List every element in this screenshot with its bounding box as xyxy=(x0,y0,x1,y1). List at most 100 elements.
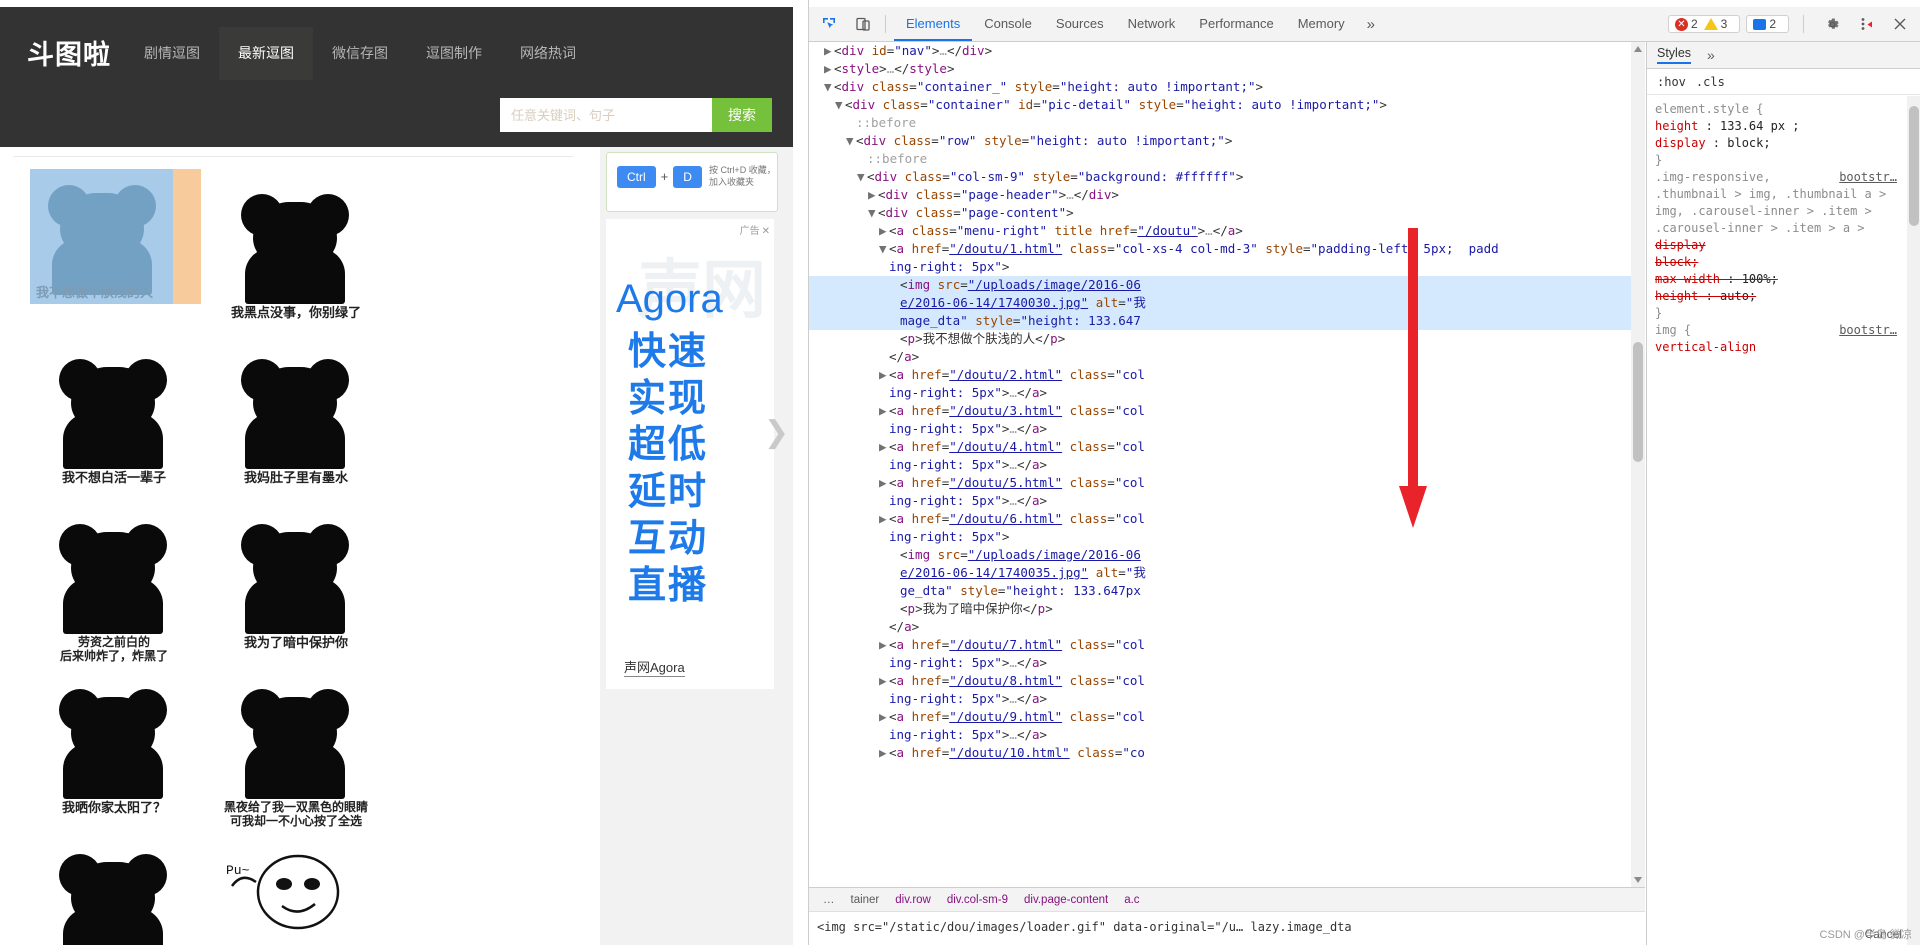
tab-performance[interactable]: Performance xyxy=(1187,7,1285,41)
expand-arrow-icon[interactable]: ▼ xyxy=(846,132,856,150)
styles-rules[interactable]: element.style {height : 133.64 px ; displ… xyxy=(1647,96,1907,945)
style-declaration[interactable]: height : auto; xyxy=(1655,288,1907,305)
tab-elements[interactable]: Elements xyxy=(894,7,973,41)
meme-item-8[interactable]: 眼前的黑不是黑 你说的白是什么白 xyxy=(30,829,212,945)
meme-thumb-9[interactable]: Pu~ xyxy=(212,829,377,934)
dom-node-line[interactable]: ▶ <div id="nav">…</div> xyxy=(809,42,1645,60)
ad-banner[interactable]: 广告 ✕ 声网 Agora 快速 实现 超低 延时 互动 直播 声网Agora xyxy=(606,219,774,689)
dom-node-line[interactable]: ing-right: 5px">…</a> xyxy=(809,654,1645,672)
tab-memory[interactable]: Memory xyxy=(1286,7,1357,41)
tab-sources[interactable]: Sources xyxy=(1044,7,1116,41)
dom-node-line[interactable]: <p>我不想做个肤浅的人</p> xyxy=(809,330,1645,348)
expand-arrow-icon[interactable]: ▶ xyxy=(879,222,889,240)
tree-scroll-up-icon[interactable] xyxy=(1634,46,1642,52)
style-source-link[interactable]: bootstr… xyxy=(1839,169,1897,186)
expand-arrow-icon[interactable]: ▶ xyxy=(868,186,878,204)
dom-node-line[interactable]: ▶ <style>…</style> xyxy=(809,60,1645,78)
issues-badge[interactable]: ✕ 2 3 xyxy=(1667,15,1741,33)
dom-node-line[interactable]: <p>我为了暗中保护你</p> xyxy=(809,600,1645,618)
breadcrumb-1[interactable]: tainer xyxy=(843,894,888,906)
ad-close-icon[interactable]: ✕ xyxy=(762,226,770,237)
style-declaration[interactable]: block; xyxy=(1655,254,1907,271)
dom-node-line[interactable]: ▶ <a href="/doutu/5.html" class="col xyxy=(809,474,1645,492)
tab-styles[interactable]: Styles xyxy=(1657,46,1692,64)
nav-item-4[interactable]: 网络热词 xyxy=(501,27,595,80)
tree-scroll-down-icon[interactable] xyxy=(1634,877,1642,883)
dom-node-line[interactable]: ▶ <a href="/doutu/4.html" class="col xyxy=(809,438,1645,456)
meme-thumb-1[interactable] xyxy=(212,169,377,304)
meme-thumb-0[interactable] xyxy=(30,169,201,304)
meme-thumb-8[interactable] xyxy=(30,829,195,945)
meme-item-9[interactable]: Pu~ xyxy=(212,829,394,939)
dom-node-line[interactable]: ▼ <div class="col-sm-9" style="background… xyxy=(809,168,1645,186)
breadcrumb-3[interactable]: div.col-sm-9 xyxy=(939,894,1016,906)
tab-console[interactable]: Console xyxy=(972,7,1044,41)
styles-scrollbar[interactable] xyxy=(1907,96,1920,945)
meme-item-6[interactable]: 我晒你家太阳了？ xyxy=(30,664,212,829)
meme-item-4[interactable]: 劳资之前白的 后来帅炸了，炸黑了 xyxy=(30,499,212,664)
device-toggle-icon[interactable] xyxy=(849,10,877,38)
dom-node-line[interactable]: <img src="/uploads/image/2016-06 xyxy=(809,276,1645,294)
close-icon[interactable] xyxy=(1886,10,1914,38)
dom-node-line[interactable]: <img src="/uploads/image/2016-06 xyxy=(809,546,1645,564)
dom-node-line[interactable]: ▶ <a href="/doutu/9.html" class="col xyxy=(809,708,1645,726)
nav-item-0[interactable]: 剧情逗图 xyxy=(125,27,219,80)
dom-node-line[interactable]: ing-right: 5px">…</a> xyxy=(809,384,1645,402)
meme-thumb-6[interactable] xyxy=(30,664,195,799)
style-rule[interactable]: element.style {height : 133.64 px ; displ… xyxy=(1655,101,1907,169)
expand-arrow-icon[interactable]: ▶ xyxy=(824,60,834,78)
meme-item-1[interactable]: 我黑点没事，你别绿了 xyxy=(212,169,394,334)
style-declaration[interactable]: display xyxy=(1655,237,1907,254)
search-input[interactable] xyxy=(500,98,712,132)
tree-scroll-thumb[interactable] xyxy=(1633,342,1643,462)
expand-arrow-icon[interactable]: ▼ xyxy=(835,96,845,114)
expand-arrow-icon[interactable]: ▼ xyxy=(868,204,878,222)
dom-node-line[interactable]: ▶ <a href="/doutu/3.html" class="col xyxy=(809,402,1645,420)
expand-arrow-icon[interactable]: ▶ xyxy=(879,510,889,528)
meme-thumb-4[interactable] xyxy=(30,499,195,634)
breadcrumb-5[interactable]: a.c xyxy=(1116,894,1147,906)
dom-node-line[interactable]: ge_dta" style="height: 133.647px xyxy=(809,582,1645,600)
dom-node-line[interactable]: ing-right: 5px">…</a> xyxy=(809,726,1645,744)
dom-node-line[interactable]: ing-right: 5px">…</a> xyxy=(809,420,1645,438)
expand-arrow-icon[interactable]: ▼ xyxy=(879,240,889,258)
dom-node-line[interactable]: mage_dta" style="height: 133.647 xyxy=(809,312,1645,330)
dom-node-line[interactable]: ing-right: 5px"> xyxy=(809,528,1645,546)
style-source-link[interactable]: bootstr… xyxy=(1839,322,1897,339)
more-vertical-icon[interactable] xyxy=(1852,10,1880,38)
dom-node-line[interactable]: e/2016-06-14/1740035.jpg" alt="我 xyxy=(809,564,1645,582)
expand-arrow-icon[interactable]: ▶ xyxy=(879,636,889,654)
meme-thumb-7[interactable] xyxy=(212,664,377,799)
dom-node-line[interactable]: ▼ <div class="page-content"> xyxy=(809,204,1645,222)
meme-item-2[interactable]: 我不想白活一辈子 xyxy=(30,334,212,499)
dom-node-line[interactable]: ▼ <a href="/doutu/1.html" class="col-xs-4… xyxy=(809,240,1645,258)
expand-arrow-icon[interactable]: ▼ xyxy=(824,78,834,96)
dom-node-line[interactable]: ▶ <a href="/doutu/7.html" class="col xyxy=(809,636,1645,654)
expand-arrow-icon[interactable]: ▶ xyxy=(879,474,889,492)
cls-filter[interactable]: .cls xyxy=(1696,75,1725,89)
expand-arrow-icon[interactable]: ▶ xyxy=(879,366,889,384)
dom-node-line[interactable]: </a> xyxy=(809,348,1645,366)
dom-node-line[interactable]: ▶ <a class="menu-right" title href="/dout… xyxy=(809,222,1645,240)
styles-overflow-icon[interactable]: » xyxy=(1707,47,1715,63)
hover-filter[interactable]: :hov xyxy=(1657,75,1686,89)
nav-item-2[interactable]: 微信存图 xyxy=(313,27,407,80)
expand-arrow-icon[interactable]: ▶ xyxy=(879,672,889,690)
breadcrumb-4[interactable]: div.page-content xyxy=(1016,894,1116,906)
ad-footer-link[interactable]: 声网Agora xyxy=(624,657,685,677)
elements-tree-scrollbar[interactable] xyxy=(1631,42,1645,887)
meme-thumb-5[interactable] xyxy=(212,499,377,634)
breadcrumb-2[interactable]: div.row xyxy=(887,894,939,906)
dom-node-line[interactable]: ::before xyxy=(809,114,1645,132)
style-rule[interactable]: .carousel-inner > .item > a > display blo… xyxy=(1655,220,1907,322)
dom-node-line[interactable]: ▼ <div class="container" id="pic-detail" … xyxy=(809,96,1645,114)
dom-node-line[interactable]: ing-right: 5px">…</a> xyxy=(809,456,1645,474)
meme-thumb-2[interactable] xyxy=(30,334,195,469)
dom-node-line[interactable]: ing-right: 5px"> xyxy=(809,258,1645,276)
search-button[interactable]: 搜索 xyxy=(712,98,772,132)
style-rule[interactable]: bootstr… .img-responsive, .thumbnail > im… xyxy=(1655,169,1907,220)
expand-arrow-icon[interactable]: ▶ xyxy=(879,744,889,762)
style-rule[interactable]: bootstr… img {vertical-align xyxy=(1655,322,1907,356)
dom-node-line[interactable]: ::before xyxy=(809,150,1645,168)
messages-badge[interactable]: 2 xyxy=(1746,15,1789,33)
